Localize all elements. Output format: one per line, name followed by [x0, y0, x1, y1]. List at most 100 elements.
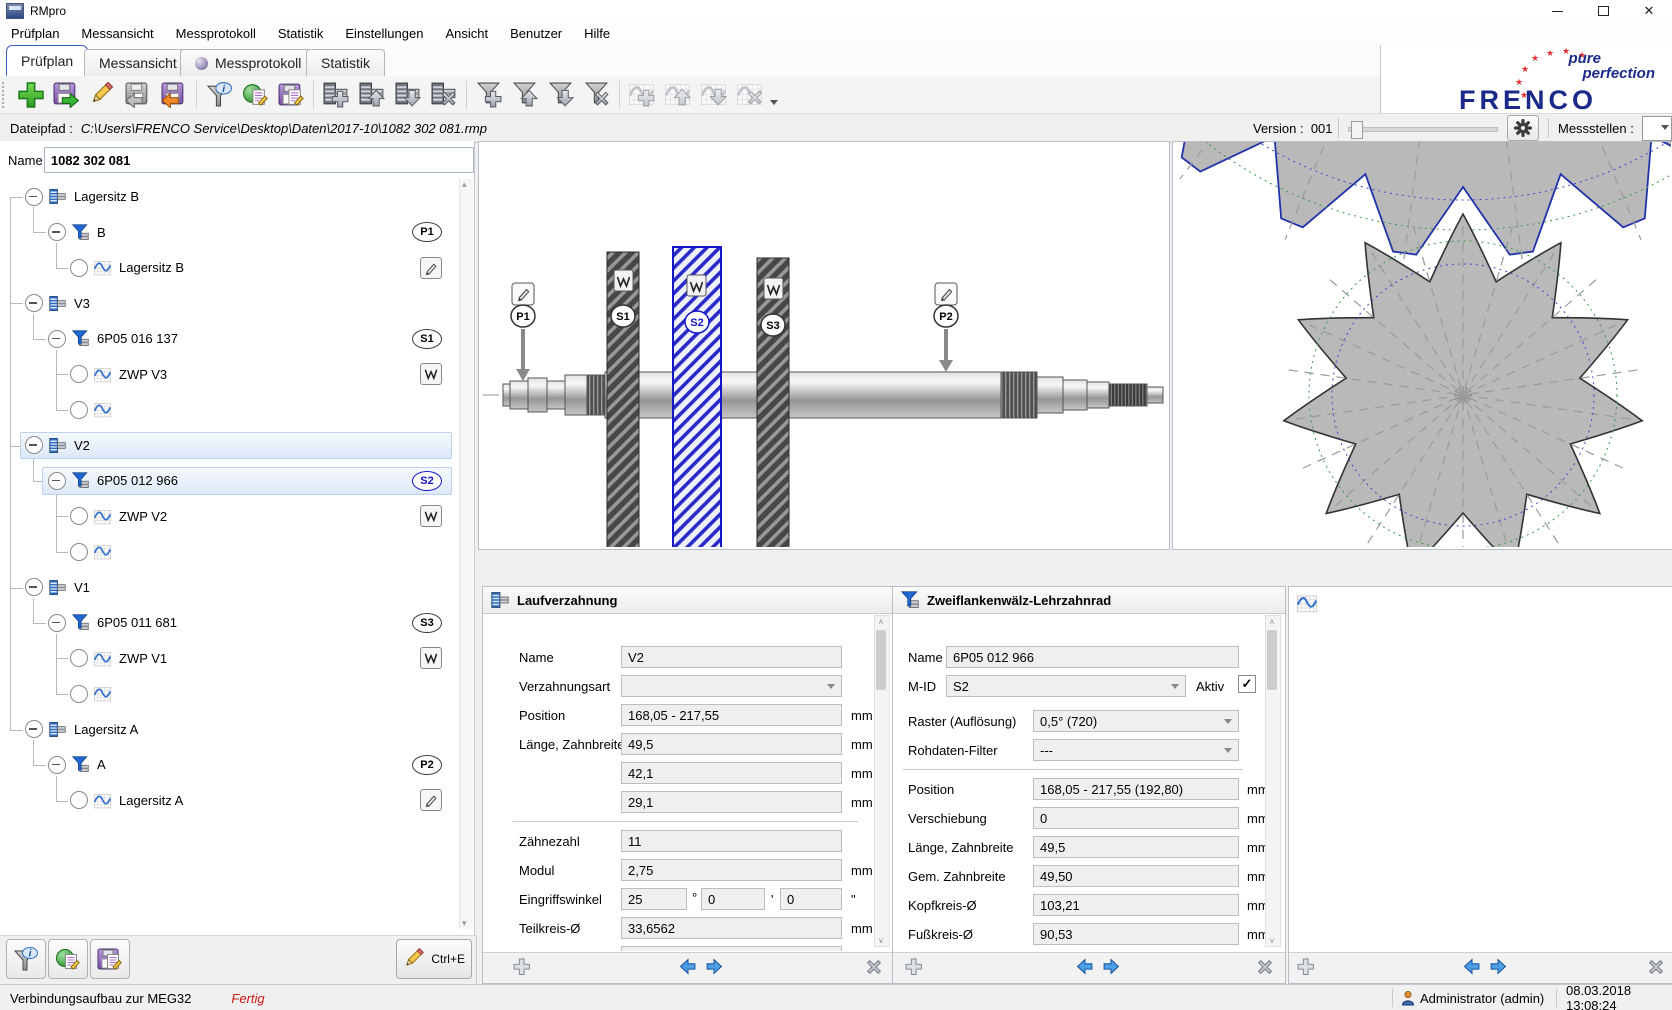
next-icon[interactable]: [1102, 958, 1120, 976]
menu-benutzer[interactable]: Benutzer: [499, 26, 573, 41]
lehrzahnrad-name-field[interactable]: 6P05 012 966: [946, 646, 1239, 668]
curve-add-button[interactable]: [625, 79, 659, 111]
gear-band-s3[interactable]: [757, 258, 789, 547]
collapse-icon[interactable]: [25, 294, 43, 312]
footer-info-funnel-button[interactable]: [6, 939, 46, 979]
tab-statistik[interactable]: Statistik: [306, 49, 385, 76]
collapse-icon[interactable]: [48, 330, 66, 348]
mid-select[interactable]: S2: [946, 675, 1186, 697]
shaft-view[interactable]: S1 S2 S3 P1 P2: [478, 141, 1170, 550]
tree-item-zwp-v3[interactable]: ZWP V3: [0, 357, 456, 393]
tree-item-zwp-v2[interactable]: ZWP V2: [0, 499, 456, 535]
tree-item-v2[interactable]: V2: [0, 428, 456, 464]
collapse-icon[interactable]: [48, 223, 66, 241]
laenge-field[interactable]: 49,5: [621, 733, 842, 755]
tree-item-unnamed[interactable]: [0, 534, 456, 570]
eingriffswinkel-min-field[interactable]: 0: [701, 888, 765, 910]
tree-item-lagersitz-a[interactable]: Lagersitz A: [0, 712, 456, 748]
prev-icon[interactable]: [1463, 958, 1481, 976]
probe-delete-button[interactable]: [580, 79, 614, 111]
protocol-edit-button[interactable]: [238, 79, 272, 111]
info-funnel-button[interactable]: [202, 79, 236, 111]
gear-add-button[interactable]: [319, 79, 353, 111]
menu-einstellungen[interactable]: Einstellungen: [334, 26, 434, 41]
grundkreis-field[interactable]: 29,8748: [621, 946, 842, 951]
tree-item-a[interactable]: A P2: [0, 747, 456, 783]
raster-select[interactable]: 0,5° (720): [1033, 710, 1239, 732]
tree-item-v3[interactable]: V3: [0, 286, 456, 322]
save-export-button[interactable]: [49, 79, 83, 111]
menu-statistik[interactable]: Statistik: [267, 26, 335, 41]
version-slider[interactable]: [1348, 127, 1498, 132]
toolbar-overflow[interactable]: [768, 77, 780, 113]
probe-down-button[interactable]: [544, 79, 578, 111]
position-field[interactable]: 168,05 - 217,55: [621, 704, 842, 726]
curve-delete-button[interactable]: [733, 79, 767, 111]
zahnbreite2-field[interactable]: 42,1: [621, 762, 842, 784]
tree-scrollbar[interactable]: [459, 179, 473, 929]
name-input[interactable]: [44, 147, 474, 173]
aktiv-checkbox[interactable]: [1238, 675, 1256, 693]
tree-item-lagersitz-a-curve[interactable]: Lagersitz A: [0, 783, 456, 819]
tab-messprotokoll[interactable]: Messprotokoll: [180, 49, 316, 76]
teilkreis-field[interactable]: 33,6562: [621, 917, 842, 939]
menu-messansicht[interactable]: Messansicht: [70, 26, 164, 41]
tab-pruefplan[interactable]: Prüfplan: [6, 45, 88, 76]
collapse-icon[interactable]: [25, 578, 43, 596]
lz-laenge-field[interactable]: 49,5: [1033, 836, 1239, 858]
probe-add-button[interactable]: [472, 79, 506, 111]
fusskreis-field[interactable]: 90,53: [1033, 923, 1239, 945]
gear-down-button[interactable]: [391, 79, 425, 111]
delete-icon[interactable]: [865, 958, 883, 976]
next-icon[interactable]: [1489, 958, 1507, 976]
collapse-icon[interactable]: [25, 188, 43, 206]
import-button[interactable]: [121, 79, 155, 111]
lz-position-field[interactable]: 168,05 - 217,55 (192,80): [1033, 778, 1239, 800]
collapse-icon[interactable]: [25, 720, 43, 738]
tree-item-unnamed[interactable]: [0, 676, 456, 712]
tree-item-6p05-012-966[interactable]: 6P05 012 966 S2: [0, 463, 456, 499]
tree-item-unnamed[interactable]: [0, 392, 456, 428]
minimize-button[interactable]: [1534, 0, 1580, 22]
gem-zahnbreite-field[interactable]: 49,50: [1033, 865, 1239, 887]
protocol-save-button[interactable]: [274, 79, 308, 111]
delete-icon[interactable]: [1647, 958, 1665, 976]
tab-messansicht[interactable]: Messansicht: [84, 49, 192, 76]
gear-mesh-view[interactable]: [1172, 141, 1672, 550]
next-icon[interactable]: [705, 958, 723, 976]
add-icon[interactable]: [905, 958, 923, 976]
verzahnungsart-select[interactable]: [621, 675, 842, 697]
eingriffswinkel-deg-field[interactable]: 25: [621, 888, 687, 910]
edit-ctrl-e-button[interactable]: Ctrl+E: [396, 939, 472, 979]
probe-up-button[interactable]: [508, 79, 542, 111]
verschiebung-field[interactable]: 0: [1033, 807, 1239, 829]
add-icon[interactable]: [513, 958, 531, 976]
curve-down-button[interactable]: [697, 79, 731, 111]
tree-item-6p05-011-681[interactable]: 6P05 011 681 S3: [0, 605, 456, 641]
zaehnezahl-field[interactable]: 11: [621, 830, 842, 852]
tree-item-zwp-v1[interactable]: ZWP V1: [0, 641, 456, 677]
close-button[interactable]: ✕: [1626, 0, 1672, 22]
eingriffswinkel-sec-field[interactable]: 0: [780, 888, 842, 910]
gear-delete-button[interactable]: [427, 79, 461, 111]
new-button[interactable]: [13, 79, 47, 111]
curve-up-button[interactable]: [661, 79, 695, 111]
menu-messprotokoll[interactable]: Messprotokoll: [165, 26, 267, 41]
gear-band-s1[interactable]: [607, 252, 639, 547]
menu-hilfe[interactable]: Hilfe: [573, 26, 621, 41]
footer-protocol-edit-button[interactable]: [48, 939, 88, 979]
footer-protocol-save-button[interactable]: [90, 939, 130, 979]
maximize-button[interactable]: [1580, 0, 1626, 22]
modul-field[interactable]: 2,75: [621, 859, 842, 881]
prev-icon[interactable]: [1076, 958, 1094, 976]
menu-pruefplan[interactable]: Prüfplan: [0, 26, 70, 41]
tree-item-v1[interactable]: V1: [0, 570, 456, 606]
tree-item-6p05-016-137[interactable]: 6P05 016 137 S1: [0, 321, 456, 357]
add-icon[interactable]: [1297, 958, 1315, 976]
gear-up-button[interactable]: [355, 79, 389, 111]
tree-item-lagersitz-b[interactable]: Lagersitz B: [0, 179, 456, 215]
edit-button[interactable]: [85, 79, 119, 111]
revert-button[interactable]: [157, 79, 191, 111]
name-field[interactable]: V2: [621, 646, 842, 668]
delete-icon[interactable]: [1256, 958, 1274, 976]
